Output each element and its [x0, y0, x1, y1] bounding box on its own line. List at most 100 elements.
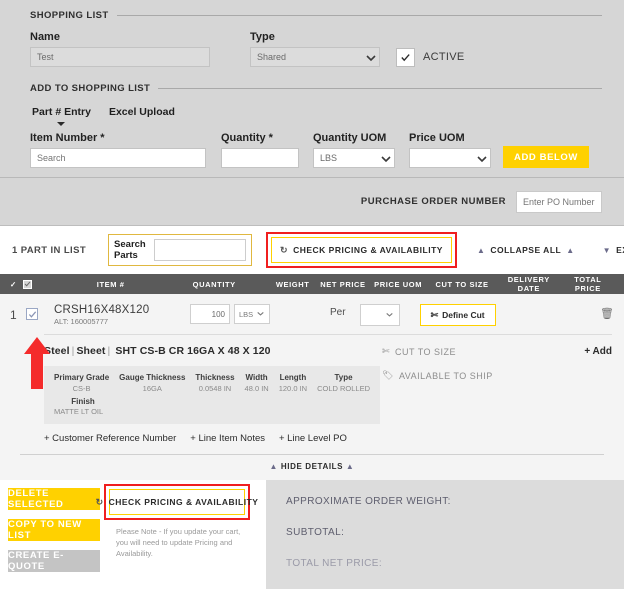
search-parts-label-line2: Parts — [114, 250, 138, 261]
item-number-input[interactable] — [30, 148, 206, 168]
check-pricing-availability-button-top[interactable]: ↻ CHECK PRICING & AVAILABILITY — [271, 237, 452, 263]
add-customer-reference-number-link[interactable]: + Customer Reference Number — [44, 433, 176, 444]
quantity-uom-value: LBS — [313, 148, 395, 168]
spec-width: Width 48.0 IN — [245, 373, 269, 393]
row-quantity-uom-select[interactable]: LBS — [234, 304, 270, 324]
item-number-value: CRSH16X48X120 — [54, 304, 150, 316]
shopping-list-panel: SHOPPING LIST Name Type Shared — [0, 0, 624, 178]
tab-part-number-entry[interactable]: Part # Entry — [30, 104, 93, 126]
list-type-value: Shared — [250, 47, 380, 67]
item-details-left: Steel | Sheet | SHT CS-B CR 16GA X 48 X 120… — [44, 345, 382, 444]
add-line-level-po-link[interactable]: + Line Level PO — [279, 433, 347, 444]
add-to-list-legend: ADD TO SHOPPING LIST — [30, 83, 602, 94]
select-all-checkbox[interactable] — [22, 279, 32, 289]
available-to-ship-row: 🏷 AVAILABLE TO SHIP — [382, 370, 612, 381]
row-select-checkbox[interactable] — [26, 308, 38, 320]
quantity-uom-select[interactable]: LBS — [313, 148, 395, 168]
active-label: ACTIVE — [423, 51, 465, 63]
row-quantity-uom-value: LBS — [239, 309, 254, 319]
active-checkbox[interactable] — [396, 47, 415, 67]
cut-to-size-row: ✄ CUT TO SIZE + Add — [382, 346, 612, 357]
row-price-uom-select[interactable] — [359, 304, 400, 326]
expand-all-label: EXPAND ALL — [616, 245, 624, 255]
hide-details-button[interactable]: ▲ HIDE DETAILS ▲ — [0, 455, 624, 480]
row-quantity-input[interactable] — [190, 304, 230, 324]
add-to-list-legend-label: ADD TO SHOPPING LIST — [30, 83, 151, 94]
list-name-input[interactable] — [30, 47, 210, 67]
spec-gauge-thickness: Gauge Thickness 16GA — [119, 373, 185, 393]
item-number-field: Item Number * — [30, 132, 206, 168]
purchase-order-number-input[interactable] — [516, 190, 602, 213]
spec-type: Type COLD ROLLED — [317, 373, 370, 393]
purchase-order-bar: PURCHASE ORDER NUMBER — [0, 178, 624, 226]
tab-excel-upload[interactable]: Excel Upload — [107, 104, 177, 118]
search-parts-group: Search Parts — [108, 234, 253, 266]
footer-action-buttons: DELETE SELECTED COPY TO NEW LIST CREATE … — [0, 480, 104, 589]
spec-box: Primary Grade CS-B Gauge Thickness 16GA … — [44, 366, 381, 424]
expand-all-button[interactable]: ▼ EXPAND ALL ▼ — [603, 245, 624, 255]
legend-divider-2 — [158, 88, 602, 89]
chevron-down-icon: ▼ — [602, 245, 612, 255]
tab-part-number-entry-label: Part # Entry — [32, 106, 91, 118]
list-footer: DELETE SELECTED COPY TO NEW LIST CREATE … — [0, 480, 624, 589]
quantity-input[interactable] — [221, 148, 299, 168]
chevron-up-icon-2: ▲ — [566, 245, 575, 255]
spec-primary-grade-header: Primary Grade — [54, 373, 110, 382]
define-cut-button[interactable]: ✄ Define Cut — [419, 304, 496, 326]
add-cut-to-size-link[interactable]: + Add — [584, 346, 612, 357]
list-type-field: Type Shared ACTIVE — [250, 31, 465, 67]
product-form: Sheet — [76, 345, 106, 357]
shopping-list-legend-label: SHOPPING LIST — [30, 10, 109, 21]
header-select-all-group[interactable]: ✓ — [10, 279, 60, 289]
item-details-right: ✄ CUT TO SIZE + Add 🏷 AVAILABLE TO SHIP — [382, 345, 612, 444]
price-uom-value — [409, 148, 491, 168]
pricing-note-text: Please Note - If you update your cart, y… — [116, 527, 241, 558]
chevron-up-icon: ▲ — [269, 462, 279, 471]
chevron-up-icon: ▲ — [476, 245, 486, 255]
check-icon: ✓ — [10, 279, 17, 289]
search-parts-label: Search Parts — [114, 239, 148, 261]
check-pricing-availability-button-footer[interactable]: ↻ CHECK PRICING & AVAILABILITY — [96, 489, 258, 515]
spec-width-header: Width — [245, 373, 268, 382]
spec-thickness-value: 0.0548 IN — [198, 384, 232, 393]
spec-finish: Finish MATTE LT OIL — [54, 397, 370, 416]
delete-row-icon[interactable]: 🗑 — [600, 304, 614, 320]
price-uom-label: Price UOM — [409, 132, 465, 144]
shopping-list-fields: Name Type Shared — [30, 31, 602, 67]
delete-selected-button[interactable]: DELETE SELECTED — [8, 488, 100, 510]
approximate-order-weight-label: APPROXIMATE ORDER WEIGHT: — [286, 496, 451, 507]
item-number-label: Item Number * — [30, 132, 105, 144]
total-net-price-label: TOTAL NET PRICE: — [286, 558, 383, 569]
add-below-button[interactable]: ADD BELOW — [503, 146, 589, 168]
available-to-ship-label: AVAILABLE TO SHIP — [398, 370, 493, 381]
list-name-field: Name — [30, 31, 230, 67]
hide-details-label: HIDE DETAILS — [280, 462, 344, 471]
spec-gauge-thickness-header: Gauge Thickness — [119, 373, 186, 382]
search-parts-input[interactable] — [154, 239, 247, 261]
row-index: 1 — [10, 308, 17, 322]
collapse-all-button[interactable]: ▲ COLLAPSE ALL ▲ — [477, 245, 575, 255]
spec-primary-grade: Primary Grade CS-B — [54, 373, 109, 393]
add-line-item-notes-link[interactable]: + Line Item Notes — [190, 433, 265, 444]
check-pricing-highlight-box: ↻ CHECK PRICING & AVAILABILITY — [266, 232, 457, 268]
check-pricing-highlight-box-footer: ↻ CHECK PRICING & AVAILABILITY — [96, 484, 258, 520]
create-e-quote-button[interactable]: CREATE E-QUOTE — [8, 550, 100, 572]
copy-to-new-list-button[interactable]: COPY TO NEW LIST — [8, 519, 100, 541]
subtotal-label: SUBTOTAL: — [286, 527, 345, 538]
search-parts-label-line1: Search — [114, 239, 146, 250]
header-delivery-date: DELIVERY DATE — [507, 275, 550, 293]
spec-type-header: Type — [334, 373, 353, 382]
quantity-uom-field: Quantity UOM LBS — [313, 132, 395, 168]
footer-check-pricing-group: ↻ CHECK PRICING & AVAILABILITY Please No… — [96, 480, 260, 589]
shopping-list-page: SHOPPING LIST Name Type Shared — [0, 0, 624, 613]
header-cut-to-size: CUT TO SIZE — [435, 279, 489, 289]
parts-list: 1 CRSH16X48X120 ALT: 160005777 LBS Per — [0, 294, 624, 480]
shopping-list-legend: SHOPPING LIST — [30, 10, 602, 21]
quantity-controls: LBS — [190, 304, 270, 324]
spec-thickness-header: Thickness — [195, 373, 235, 382]
price-uom-select[interactable] — [409, 148, 491, 168]
spec-length: Length 120.0 IN — [279, 373, 307, 393]
list-type-select[interactable]: Shared — [250, 47, 380, 67]
chevron-down-icon — [257, 310, 265, 318]
item-identity: CRSH16X48X120 ALT: 160005777 — [54, 304, 176, 326]
